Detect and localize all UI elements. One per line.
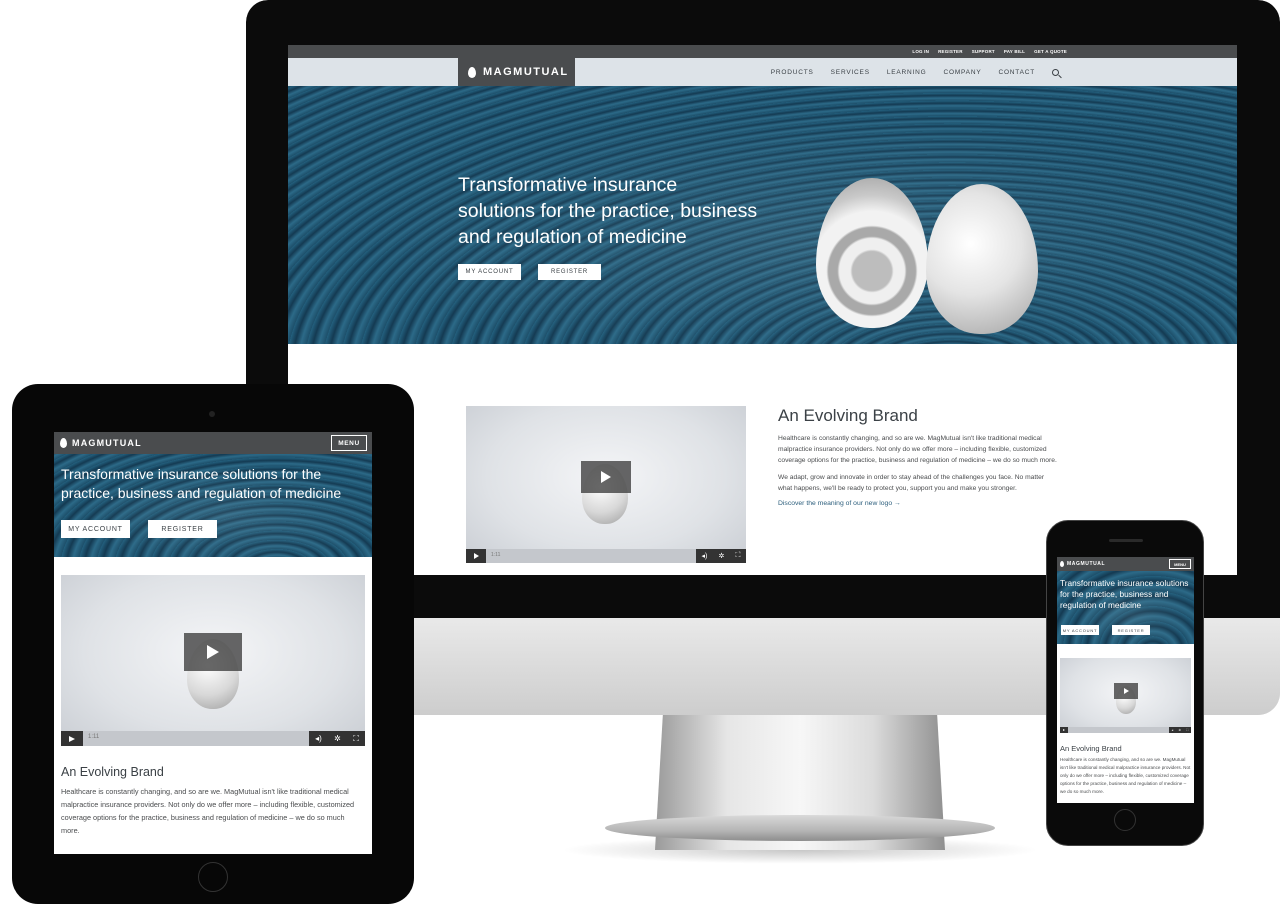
nav-item-products[interactable]: PRODUCTS <box>771 69 814 76</box>
utility-bar: LOG IN REGISTER SUPPORT PAY BILL GET A Q… <box>288 45 1237 58</box>
phone-speaker <box>1109 539 1143 542</box>
phone-device: MAGMUTUAL MENU Transformative insurance … <box>1046 520 1204 846</box>
tablet-home-button <box>198 862 228 892</box>
video-player[interactable]: ◂ ✲ ⛶ <box>1060 658 1191 733</box>
egg-logo-icon <box>1060 561 1064 567</box>
video-player[interactable]: 1:11 ◂) ✲ ⛶ <box>61 575 365 746</box>
section-title: An Evolving Brand <box>61 765 164 779</box>
play-icon <box>1123 688 1129 694</box>
tablet-nav: MAGMUTUAL MENU <box>54 432 372 454</box>
evolving-brand-section: An Evolving Brand Healthcare is constant… <box>778 406 1058 507</box>
evolving-brand-section: An Evolving Brand Healthcare is constant… <box>1060 744 1191 796</box>
egg-logo-icon <box>468 66 476 78</box>
utility-link-pay-bill[interactable]: PAY BILL <box>1004 49 1025 54</box>
nav-item-services[interactable]: SERVICES <box>831 69 870 76</box>
play-icon <box>601 471 611 483</box>
video-player[interactable]: 1:11 ◂) ✲ ⛶ <box>466 406 746 563</box>
my-account-button[interactable]: MY ACCOUNT <box>1061 625 1099 635</box>
video-control-bar: 1:11 ◂) ✲ ⛶ <box>61 731 365 746</box>
monitor-stand-base <box>605 815 995 841</box>
menu-button[interactable]: MENU <box>1169 559 1191 569</box>
phone-hero: Transformative insurance solutions for t… <box>1057 571 1194 644</box>
register-button[interactable]: REGISTER <box>1112 625 1150 635</box>
play-button[interactable] <box>1114 683 1138 699</box>
logo-meaning-link[interactable]: Discover the meaning of our new logo → <box>778 500 1058 507</box>
section-title: An Evolving Brand <box>1060 744 1122 753</box>
search-icon[interactable] <box>1052 68 1059 76</box>
gear-icon[interactable]: ✲ <box>719 552 725 560</box>
utility-link-register[interactable]: REGISTER <box>938 49 963 54</box>
hero-banner: Transformative insurance solutions for t… <box>288 86 1237 344</box>
spiral-egg-image <box>816 178 928 328</box>
play-icon <box>473 553 479 559</box>
tablet-device: MAGMUTUAL MENU Transformative insurance … <box>12 384 414 904</box>
register-button[interactable]: REGISTER <box>148 520 217 538</box>
play-button[interactable] <box>184 633 242 671</box>
gear-icon[interactable]: ✲ <box>334 734 341 743</box>
fullscreen-icon[interactable]: ⛶ <box>353 734 359 744</box>
cracked-egg-image <box>926 184 1038 334</box>
video-time: 1:11 <box>491 552 501 558</box>
gear-icon[interactable]: ✲ <box>1178 728 1181 732</box>
my-account-button[interactable]: MY ACCOUNT <box>61 520 130 538</box>
volume-icon[interactable]: ◂) <box>702 552 708 560</box>
menu-button[interactable]: MENU <box>331 435 367 451</box>
control-play-button[interactable] <box>466 549 486 563</box>
video-controls: ◂) ✲ ⛶ <box>309 731 365 746</box>
play-icon <box>1063 729 1065 731</box>
hero-headline: Transformative insurance solutions for t… <box>1060 578 1189 610</box>
section-paragraph-1: Healthcare is constantly changing, and s… <box>1060 757 1191 794</box>
play-icon <box>69 735 75 742</box>
video-controls: ◂ ✲ ⛶ <box>1169 727 1191 733</box>
nav-menu: PRODUCTS SERVICES LEARNING COMPANY CONTA… <box>771 58 1059 86</box>
nav-item-contact[interactable]: CONTACT <box>998 69 1035 76</box>
volume-icon[interactable]: ◂ <box>1172 728 1174 732</box>
section-paragraph-1: Healthcare is constantly changing, and s… <box>778 435 1057 464</box>
utility-link-login[interactable]: LOG IN <box>912 49 929 54</box>
control-play-button[interactable] <box>1060 727 1068 733</box>
my-account-button[interactable]: MY ACCOUNT <box>458 264 521 280</box>
evolving-brand-section: An Evolving Brand Healthcare is constant… <box>61 765 365 837</box>
video-control-bar: 1:11 ◂) ✲ ⛶ <box>466 549 746 563</box>
fullscreen-icon[interactable]: ⛶ <box>1186 728 1188 732</box>
utility-link-get-quote[interactable]: GET A QUOTE <box>1034 49 1067 54</box>
control-play-button[interactable] <box>61 731 83 746</box>
hero-headline: Transformative insurance solutions for t… <box>61 466 342 501</box>
nav-item-company[interactable]: COMPANY <box>943 69 981 76</box>
section-paragraph-1: Healthcare is constantly changing, and s… <box>61 787 355 835</box>
video-time: 1:11 <box>88 734 100 740</box>
video-controls: ◂) ✲ ⛶ <box>696 549 746 563</box>
section-title: An Evolving Brand <box>778 406 918 425</box>
volume-icon[interactable]: ◂) <box>315 734 322 743</box>
phone-home-button <box>1114 809 1136 831</box>
desktop-screen: LOG IN REGISTER SUPPORT PAY BILL GET A Q… <box>288 45 1237 575</box>
logo-wordmark: MAGMUTUAL <box>72 438 142 448</box>
logo[interactable]: MAGMUTUAL <box>458 58 575 86</box>
egg-logo-icon <box>60 438 67 448</box>
tablet-logo[interactable]: MAGMUTUAL <box>60 432 142 454</box>
play-icon <box>207 645 219 659</box>
tablet-hero: Transformative insurance solutions for t… <box>54 454 372 557</box>
section-paragraph-2: We adapt, grow and innovate in order to … <box>778 474 1045 492</box>
tablet-screen: MAGMUTUAL MENU Transformative insurance … <box>54 432 372 854</box>
logo-wordmark: MAGMUTUAL <box>1067 561 1106 567</box>
phone-logo[interactable]: MAGMUTUAL <box>1060 557 1105 571</box>
main-nav: MAGMUTUAL PRODUCTS SERVICES LEARNING COM… <box>288 58 1237 86</box>
phone-screen: MAGMUTUAL MENU Transformative insurance … <box>1057 557 1194 803</box>
tablet-camera <box>209 411 215 417</box>
hero-headline: Transformative insurance solutions for t… <box>458 174 758 248</box>
register-button[interactable]: REGISTER <box>538 264 601 280</box>
nav-item-learning[interactable]: LEARNING <box>887 69 927 76</box>
phone-nav: MAGMUTUAL MENU <box>1057 557 1194 571</box>
utility-link-support[interactable]: SUPPORT <box>972 49 995 54</box>
fullscreen-icon[interactable]: ⛶ <box>736 552 741 560</box>
play-button[interactable] <box>581 461 631 493</box>
logo-wordmark: MAGMUTUAL <box>483 66 569 78</box>
video-control-bar: ◂ ✲ ⛶ <box>1060 727 1191 733</box>
